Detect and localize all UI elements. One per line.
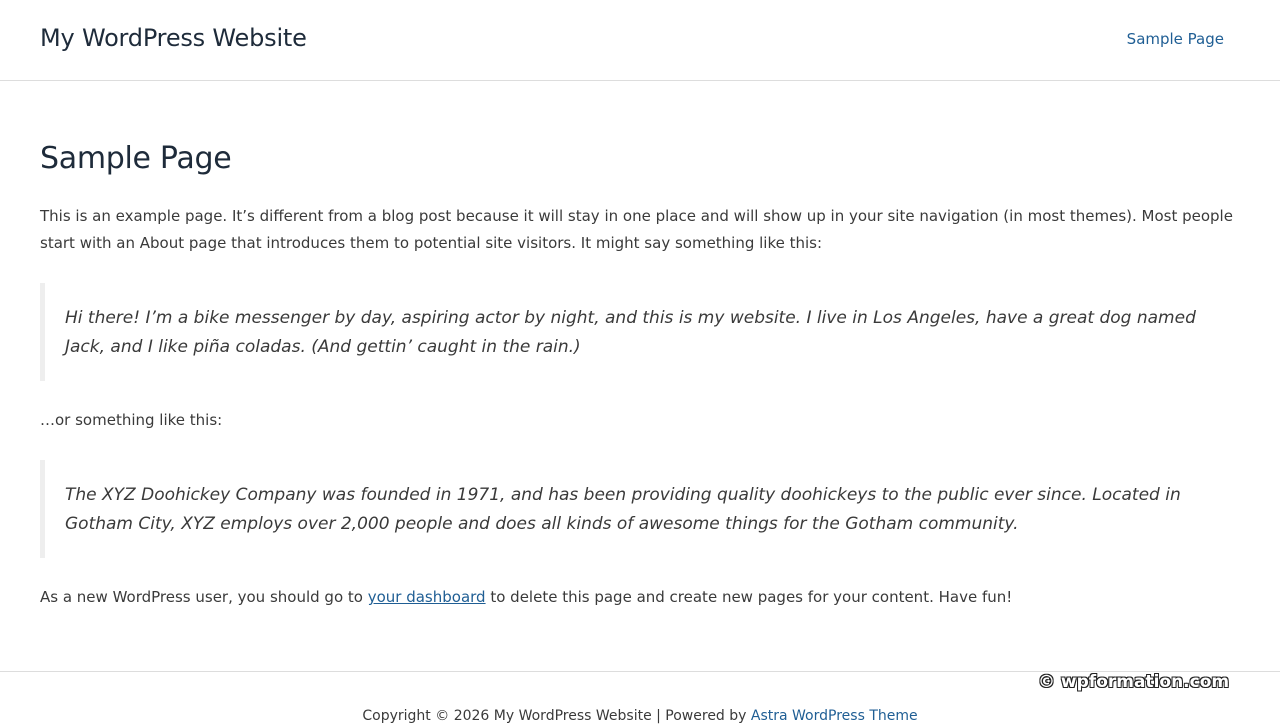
- outro-text-before: As a new WordPress user, you should go t…: [40, 588, 368, 606]
- page-title: Sample Page: [40, 141, 232, 176]
- blockquote-company: The XYZ Doohickey Company was founded in…: [40, 460, 1230, 558]
- middle-paragraph: …or something like this:: [40, 411, 223, 429]
- watermark: © wpformation.com: [1038, 672, 1230, 692]
- outro-paragraph: As a new WordPress user, you should go t…: [40, 584, 1240, 611]
- site-header: My WordPress Website Sample Page: [0, 0, 1280, 81]
- footer-copyright: Copyright © 2026 My WordPress Website | …: [0, 708, 1280, 724]
- theme-link[interactable]: Astra WordPress Theme: [751, 708, 918, 724]
- site-title[interactable]: My WordPress Website: [40, 24, 307, 52]
- nav-link-sample-page[interactable]: Sample Page: [1127, 30, 1224, 48]
- quote-text: Hi there! I’m a bike messenger by day, a…: [65, 308, 1196, 357]
- dashboard-link[interactable]: your dashboard: [368, 588, 486, 606]
- blockquote-bike-messenger: Hi there! I’m a bike messenger by day, a…: [40, 283, 1230, 381]
- intro-paragraph: This is an example page. It’s different …: [40, 207, 1233, 252]
- outro-text-after: to delete this page and create new pages…: [485, 588, 1013, 606]
- copyright-text: Copyright © 2026 My WordPress Website | …: [362, 708, 751, 724]
- quote-text: The XYZ Doohickey Company was founded in…: [65, 485, 1181, 534]
